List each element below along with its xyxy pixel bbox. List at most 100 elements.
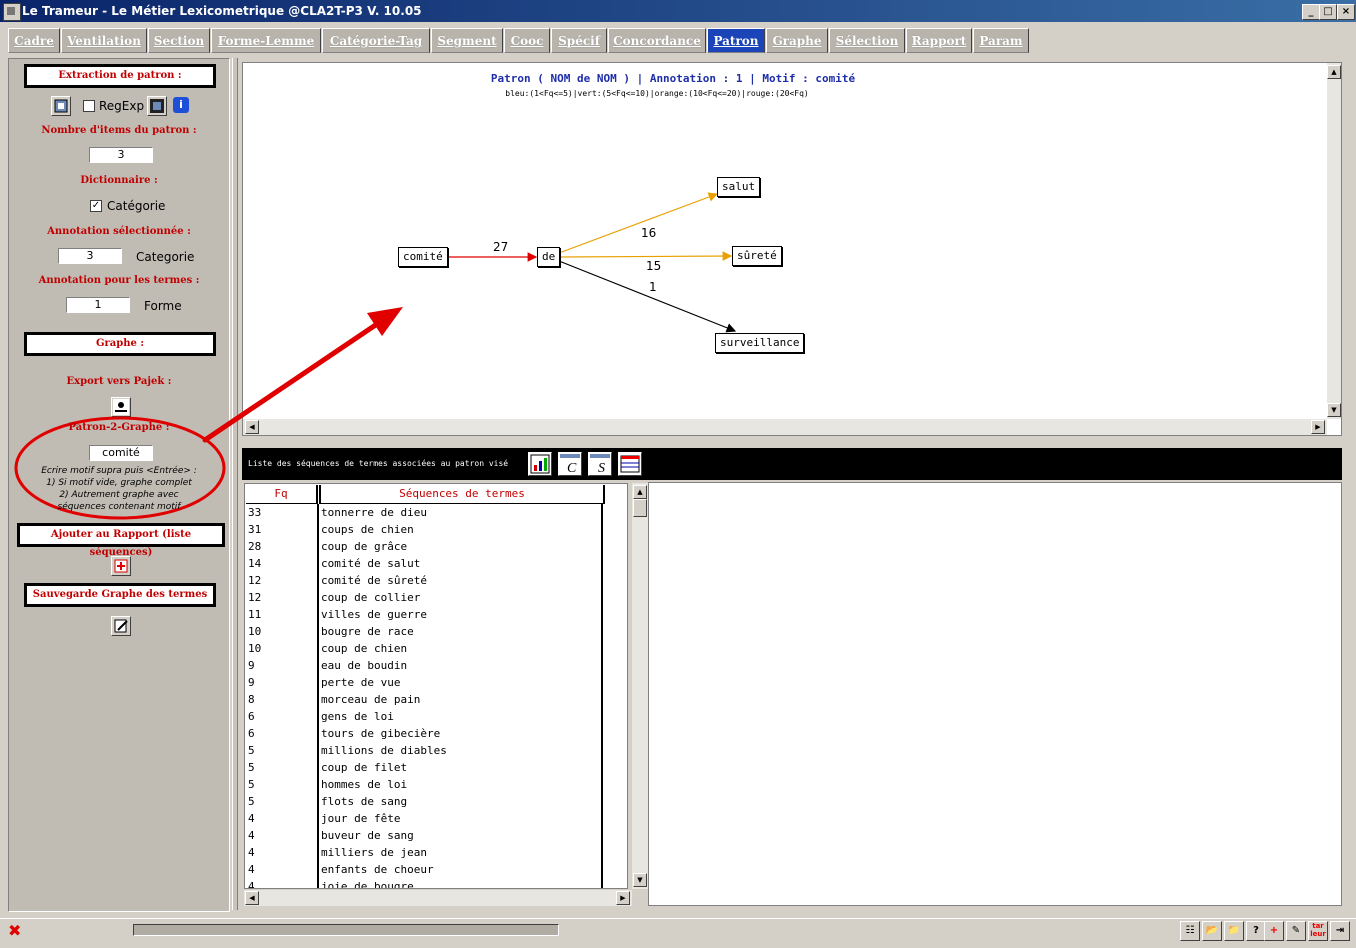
table-row[interactable]: 5 flots de sang	[245, 793, 601, 810]
annotation-selected-label: Annotation sélectionnée :	[47, 226, 191, 237]
table-row[interactable]: 5 hommes de loi	[245, 776, 601, 793]
scroll-right-button[interactable]: ▶	[1311, 420, 1325, 434]
node-surveillance[interactable]: surveillance	[715, 333, 805, 353]
table-row[interactable]: 33 tonnerre de dieu	[245, 504, 601, 521]
graph-horizontal-scrollbar[interactable]: ◀ ▶	[243, 419, 1327, 435]
info-icon[interactable]: i	[173, 97, 189, 113]
table-row[interactable]: 4 jour de fête	[245, 810, 601, 827]
maximize-button[interactable]: □	[1319, 4, 1337, 20]
table-row[interactable]: 9 perte de vue	[245, 674, 601, 691]
ajouter-rapport-button[interactable]	[111, 556, 131, 576]
patron2graphe-label: Patron-2-Graphe :	[68, 422, 170, 433]
tab-param[interactable]: Param	[973, 28, 1029, 53]
regexp-checkbox[interactable]	[83, 100, 95, 112]
patron2graphe-input[interactable]: comité	[89, 445, 153, 461]
list-scroll-right[interactable]: ▶	[616, 891, 630, 905]
close-x-icon[interactable]: ✖	[8, 921, 21, 940]
tab-concordance[interactable]: Concordance	[608, 28, 706, 53]
table-row[interactable]: 6 gens de loi	[245, 708, 601, 725]
sauvegarde-button[interactable]	[111, 616, 131, 636]
scroll-down-button[interactable]: ▼	[1327, 403, 1341, 417]
tab-forme-lemme[interactable]: Forme-Lemme	[211, 28, 321, 53]
export-pajek-button[interactable]	[111, 397, 131, 417]
table-row[interactable]: 4 enfants de choeur	[245, 861, 601, 878]
app-icon[interactable]	[3, 3, 21, 21]
table-row[interactable]: 11 villes de guerre	[245, 606, 601, 623]
export-chart-button[interactable]	[528, 452, 552, 476]
list-scroll-up[interactable]: ▲	[633, 485, 647, 499]
node-surete[interactable]: sûreté	[732, 246, 782, 266]
edit-icon[interactable]: ✎	[1286, 921, 1306, 941]
tab-graphe[interactable]: Graphe	[766, 28, 828, 53]
tab-selection[interactable]: Sélection	[829, 28, 905, 53]
table-row[interactable]: 4 buveur de sang	[245, 827, 601, 844]
list-scroll-down[interactable]: ▼	[633, 873, 647, 887]
tab-section[interactable]: Section	[148, 28, 210, 53]
table-row[interactable]: 5 coup de filet	[245, 759, 601, 776]
scroll-up-button[interactable]: ▲	[1327, 65, 1341, 79]
table-row[interactable]: 10 coup de chien	[245, 640, 601, 657]
export-s-button[interactable]: S	[588, 452, 612, 476]
close-button[interactable]: ×	[1337, 4, 1355, 20]
help-icon[interactable]: ?	[1246, 921, 1266, 941]
row-fq: 14	[248, 557, 262, 570]
export-table-button[interactable]	[618, 452, 642, 476]
tab-cadre[interactable]: Cadre	[8, 28, 60, 53]
table-row[interactable]: 4 milliers de jean	[245, 844, 601, 861]
title-bar: Le Trameur - Le Métier Lexicometrique @C…	[0, 0, 1356, 22]
minimize-button[interactable]: _	[1302, 4, 1320, 20]
table-row[interactable]: 12 coup de collier	[245, 589, 601, 606]
tab-patron[interactable]: Patron	[707, 28, 765, 53]
save-folder-icon[interactable]: 📁	[1224, 921, 1244, 941]
row-sequence: jour de fête	[321, 812, 401, 825]
tab-cooc[interactable]: Cooc	[504, 28, 550, 53]
tab-specif[interactable]: Spécif	[551, 28, 607, 53]
table-row[interactable]: 5 millions de diables	[245, 742, 601, 759]
table-row[interactable]: 4 joie de bougre	[245, 878, 601, 888]
svg-text:C: C	[567, 461, 577, 475]
tab-ventilation[interactable]: Ventilation	[61, 28, 147, 53]
scroll-left-button[interactable]: ◀	[245, 420, 259, 434]
table-row[interactable]: 12 comité de sûreté	[245, 572, 601, 589]
table-row[interactable]: 6 tours de gibecière	[245, 725, 601, 742]
trameur-icon[interactable]: tar leur	[1308, 921, 1328, 941]
graph-vertical-scrollbar[interactable]: ▲ ▼	[1327, 63, 1341, 419]
table-row[interactable]: 8 morceau de pain	[245, 691, 601, 708]
tab-categorie-tag[interactable]: Catégorie-Tag	[322, 28, 430, 53]
list-horizontal-scrollbar[interactable]: ◀ ▶	[244, 890, 632, 906]
table-row[interactable]: 10 bougre de race	[245, 623, 601, 640]
add-report-icon[interactable]: +	[1264, 921, 1284, 941]
list-vertical-scrollbar[interactable]: ▲ ▼	[632, 483, 648, 889]
graph-panel: Patron ( NOM de NOM ) | Annotation : 1 |…	[242, 62, 1342, 436]
categorie-checkbox[interactable]: ✓	[90, 200, 102, 212]
table-row[interactable]: 31 coups de chien	[245, 521, 601, 538]
list-scroll-thumb[interactable]	[633, 499, 647, 517]
tab-segment[interactable]: Segment	[431, 28, 503, 53]
table-row[interactable]: 28 coup de grâce	[245, 538, 601, 555]
exit-icon[interactable]: ⇥	[1330, 921, 1350, 941]
graphe-header: Graphe :	[24, 332, 216, 356]
annotation-selected-input[interactable]: 3	[58, 248, 122, 264]
extract-patron-button[interactable]	[51, 96, 71, 116]
tab-rapport[interactable]: Rapport	[906, 28, 972, 53]
regexp-extract-button[interactable]	[147, 96, 167, 116]
progress-bar	[133, 924, 559, 936]
open-folder-icon[interactable]: 📂	[1202, 921, 1222, 941]
table-row[interactable]: 14 comité de salut	[245, 555, 601, 572]
list-scroll-left[interactable]: ◀	[245, 891, 259, 905]
export-c-button[interactable]: C	[558, 452, 582, 476]
column-divider	[601, 504, 603, 888]
node-comite[interactable]: comité	[398, 247, 448, 267]
table-row[interactable]: 9 eau de boudin	[245, 657, 601, 674]
column-header-sequences[interactable]: Séquences de termes	[319, 485, 605, 504]
column-header-fq[interactable]: Fq	[246, 485, 318, 504]
row-sequence: tonnerre de dieu	[321, 506, 427, 519]
edge-label-de-salut: 16	[641, 226, 657, 240]
node-salut[interactable]: salut	[717, 177, 761, 197]
vertical-splitter[interactable]	[232, 58, 238, 910]
node-de[interactable]: de	[537, 247, 561, 267]
search-replace-icon[interactable]: ☷	[1180, 921, 1200, 941]
nb-items-input[interactable]: 3	[89, 147, 153, 163]
annotation-termes-input[interactable]: 1	[66, 297, 130, 313]
table-icon	[620, 455, 640, 473]
